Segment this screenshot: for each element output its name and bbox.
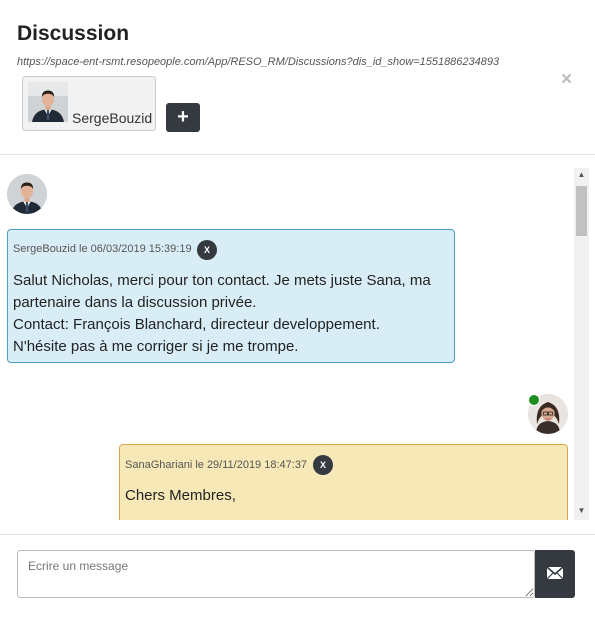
- message-text: Chers Membres,: [125, 487, 236, 504]
- participant-name: SergeBouzid: [72, 110, 153, 126]
- participant-chip[interactable]: SergeBouzid: [22, 76, 156, 131]
- message-bubble: SanaGhariani le 29/11/2019 18:47:37 X Ch…: [119, 444, 568, 520]
- envelope-icon: [546, 566, 564, 580]
- close-button[interactable]: ×: [561, 70, 572, 89]
- message-scrollbar[interactable]: ▲ ▼: [574, 168, 589, 520]
- send-message-button[interactable]: [535, 550, 575, 598]
- footer-divider: [0, 534, 595, 535]
- message-list[interactable]: SergeBouzid le 06/03/2019 15:39:19 X Sal…: [0, 168, 574, 520]
- author-avatar: [7, 174, 47, 214]
- message-meta: SergeBouzid le 06/03/2019 15:39:19: [13, 243, 192, 255]
- scroll-down-arrow-icon[interactable]: ▼: [574, 504, 589, 518]
- add-participant-button[interactable]: +: [166, 103, 200, 132]
- message-meta: SanaGhariani le 29/11/2019 18:47:37: [125, 459, 308, 471]
- message-bubble: SergeBouzid le 06/03/2019 15:39:19 X Sal…: [7, 229, 455, 363]
- participant-avatar: [28, 82, 68, 122]
- delete-message-button[interactable]: X: [313, 455, 333, 475]
- delete-message-button[interactable]: X: [197, 240, 217, 260]
- scroll-up-arrow-icon[interactable]: ▲: [574, 168, 589, 182]
- message-text: Salut Nicholas, merci pour ton contact. …: [13, 272, 431, 355]
- modal-header: Discussion https://space-ent-rsmt.resope…: [0, 0, 595, 155]
- modal-title: Discussion: [17, 22, 130, 45]
- message-input[interactable]: [17, 550, 535, 598]
- scrollbar-thumb[interactable]: [576, 186, 587, 236]
- discussion-url: https://space-ent-rsmt.resopeople.com/Ap…: [17, 56, 500, 68]
- online-status-indicator: [528, 394, 540, 406]
